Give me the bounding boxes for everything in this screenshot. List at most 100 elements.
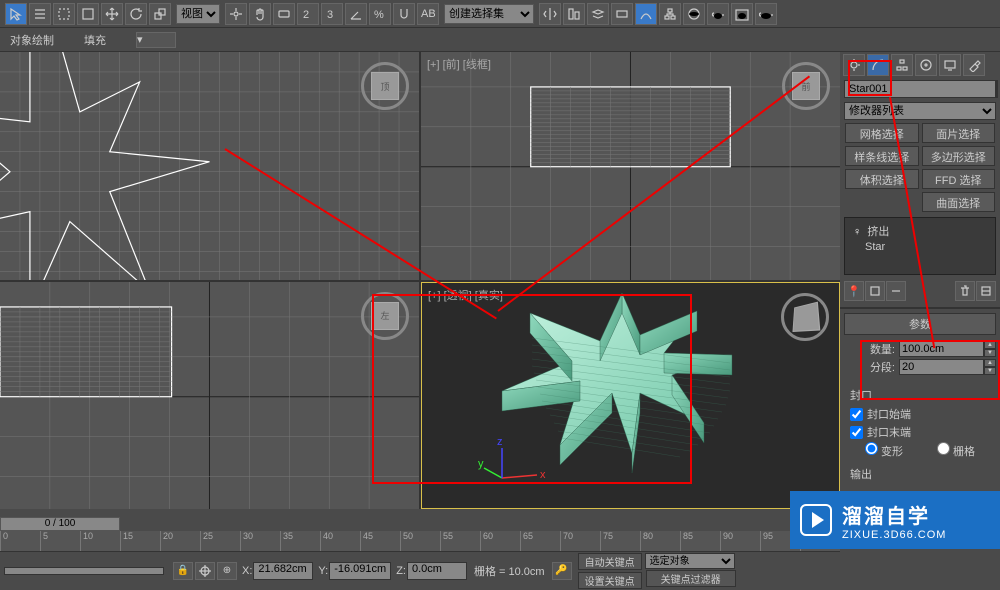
- key-filter-btn[interactable]: 关键点过滤器: [646, 570, 736, 587]
- utilities-tab[interactable]: [963, 54, 985, 76]
- select-by-name[interactable]: [29, 3, 51, 25]
- layers[interactable]: [587, 3, 609, 25]
- sel-poly-btn[interactable]: 多边形选择: [922, 146, 996, 166]
- manipulate[interactable]: [249, 3, 271, 25]
- coord-z[interactable]: 0.0cm: [407, 562, 467, 580]
- angle-icon: [349, 7, 363, 21]
- make-unique[interactable]: [886, 281, 906, 301]
- render-frame[interactable]: [731, 3, 753, 25]
- sel-surface-btn[interactable]: 曲面选择: [922, 192, 996, 212]
- sel-mesh-btn[interactable]: 网格选择: [845, 123, 919, 143]
- remove-mod[interactable]: [955, 281, 975, 301]
- amount-down[interactable]: ▼: [984, 349, 996, 357]
- display-tab[interactable]: [939, 54, 961, 76]
- watermark-url: ZIXUE.3D66.COM: [842, 529, 946, 541]
- viewport-front[interactable]: [+] [前] [线框] 前: [421, 52, 840, 280]
- rollout-params-title[interactable]: 参数: [844, 313, 996, 335]
- graphite-ribbon[interactable]: [611, 3, 633, 25]
- segs-down[interactable]: ▼: [984, 367, 996, 375]
- time-tick: 5: [40, 531, 80, 551]
- move-tool[interactable]: [101, 3, 123, 25]
- rect-dashed-icon: [57, 7, 71, 21]
- cap-grid-radio[interactable]: [937, 442, 950, 455]
- cap-morph-radio[interactable]: [865, 442, 878, 455]
- viewport-left[interactable]: 左: [0, 282, 419, 510]
- modifier-list-dropdown[interactable]: 修改器列表: [844, 102, 996, 120]
- segs-label: 分段:: [844, 359, 899, 375]
- segs-input[interactable]: [899, 359, 984, 375]
- align[interactable]: [563, 3, 585, 25]
- schematic-view[interactable]: [659, 3, 681, 25]
- object-name-input[interactable]: [844, 80, 996, 98]
- sel-spline-btn[interactable]: 样条线选择: [845, 146, 919, 166]
- rotate-tool[interactable]: [125, 3, 147, 25]
- object-paint-tab[interactable]: 对象绘制: [10, 32, 54, 48]
- spinner-snap[interactable]: [393, 3, 415, 25]
- sel-lock2[interactable]: [195, 562, 215, 580]
- sel-lock[interactable]: 🔒: [173, 562, 193, 580]
- config-sets[interactable]: [976, 281, 996, 301]
- amount-up[interactable]: ▲: [984, 341, 996, 349]
- pivot-button[interactable]: [225, 3, 247, 25]
- motion-tab[interactable]: [915, 54, 937, 76]
- create-tab[interactable]: [843, 54, 865, 76]
- key-selected-dropdown[interactable]: 选定对象: [645, 553, 735, 569]
- viewcube-front[interactable]: 前: [782, 62, 830, 110]
- setkey-btn[interactable]: 设置关键点: [578, 572, 642, 589]
- cap-start-check[interactable]: [850, 408, 863, 421]
- arrow-icon: [9, 7, 23, 21]
- schematic-icon: [663, 7, 677, 21]
- fill-tab[interactable]: 填充: [84, 32, 106, 48]
- hierarchy-tab[interactable]: [891, 54, 913, 76]
- viewcube-top[interactable]: 顶: [361, 62, 409, 110]
- snap-toggle-2d[interactable]: 2: [297, 3, 319, 25]
- ribbon-dropdown[interactable]: ▾: [136, 32, 176, 48]
- pin-stack[interactable]: 📍: [844, 281, 864, 301]
- main-toolbar: 视图 2 3 % ABC 创建选择集: [0, 0, 1000, 28]
- viewcube-persp[interactable]: [781, 293, 829, 341]
- autokey-btn[interactable]: 自动关键点: [578, 553, 642, 570]
- object-color-swatch[interactable]: [996, 80, 998, 98]
- sel-ffd-btn[interactable]: FFD 选择: [922, 169, 996, 189]
- material-editor[interactable]: [683, 3, 705, 25]
- window-crossing[interactable]: [77, 3, 99, 25]
- time-tick: 75: [600, 531, 640, 551]
- sel-patch-btn[interactable]: 面片选择: [922, 123, 996, 143]
- viewcube-left[interactable]: 左: [361, 292, 409, 340]
- time-tick: 25: [200, 531, 240, 551]
- mod-star[interactable]: Star: [849, 240, 991, 254]
- keyboard-shortcut[interactable]: [273, 3, 295, 25]
- top-grid: [0, 52, 419, 280]
- edit-named-sel[interactable]: ABC: [417, 3, 439, 25]
- track-bar[interactable]: [4, 567, 164, 575]
- render-setup[interactable]: [707, 3, 729, 25]
- scale-tool[interactable]: [149, 3, 171, 25]
- coord-y[interactable]: -16.091cm: [329, 562, 391, 580]
- target-icon: [198, 564, 212, 578]
- named-sel-dropdown[interactable]: 创建选择集: [444, 4, 534, 24]
- key-mode[interactable]: 🔑: [552, 562, 572, 580]
- abs-rel[interactable]: ⊕: [217, 562, 237, 580]
- amount-input[interactable]: [899, 341, 984, 357]
- angle-snap[interactable]: [345, 3, 367, 25]
- mirror[interactable]: [539, 3, 561, 25]
- time-tick: 45: [360, 531, 400, 551]
- time-slider[interactable]: 0 / 100: [0, 517, 120, 531]
- curve-editor[interactable]: [635, 3, 657, 25]
- segs-up[interactable]: ▲: [984, 359, 996, 367]
- modifier-stack[interactable]: ♀ 挤出 Star: [844, 217, 996, 275]
- ref-coord-dropdown[interactable]: 视图: [176, 4, 220, 24]
- select-tool[interactable]: [5, 3, 27, 25]
- snap-toggle-3d[interactable]: 3: [321, 3, 343, 25]
- coord-x[interactable]: 21.682cm: [253, 562, 313, 580]
- viewport-top[interactable]: 顶: [0, 52, 419, 280]
- viewport-perspective[interactable]: [+] [透视] [真实]: [421, 282, 840, 510]
- modify-tab[interactable]: [867, 54, 889, 76]
- percent-snap[interactable]: %: [369, 3, 391, 25]
- select-rect[interactable]: [53, 3, 75, 25]
- sel-vol-btn[interactable]: 体积选择: [845, 169, 919, 189]
- show-end-result[interactable]: [865, 281, 885, 301]
- cap-end-check[interactable]: [850, 426, 863, 439]
- timeline[interactable]: 0 / 100 05101520253035404550556065707580…: [0, 531, 840, 551]
- render[interactable]: [755, 3, 777, 25]
